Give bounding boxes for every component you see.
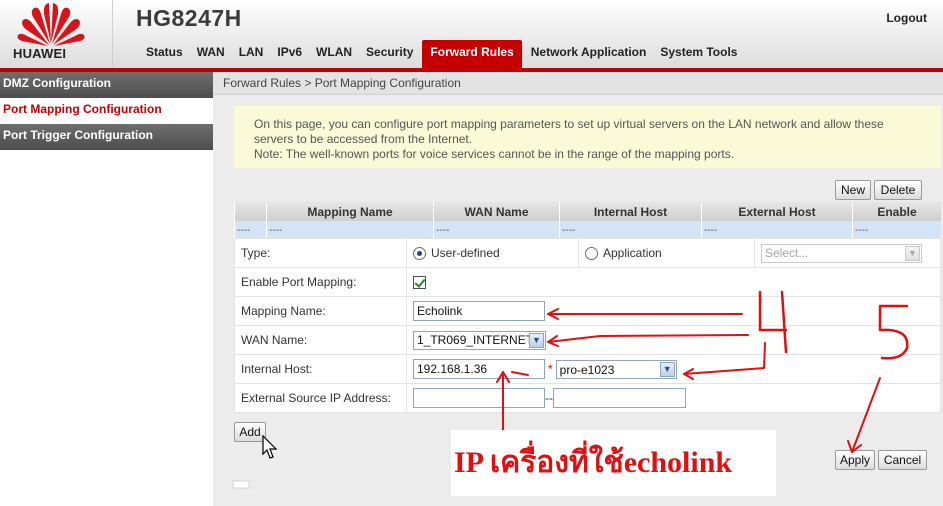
delete-button[interactable]: Delete (874, 180, 922, 200)
tab-ipv6[interactable]: IPv6 (270, 40, 309, 65)
required-mark: * (548, 361, 553, 376)
chevron-down-icon: ▼ (905, 245, 920, 261)
table-cell: ---- (433, 221, 560, 239)
form-row-wan-name: WAN Name: 1_TR069_INTERNET ▼ (234, 325, 941, 355)
sidebar: DMZ Configuration Port Mapping Configura… (0, 72, 213, 506)
application-select-value: Select... (765, 246, 809, 260)
chevron-down-icon: ▼ (659, 362, 675, 378)
column-header-mapping-name: Mapping Name (266, 202, 434, 221)
user-defined-label: User-defined (431, 245, 500, 260)
column-header-wan-name: WAN Name (433, 202, 560, 221)
wan-name-cell: 1_TR069_INTERNET ▼ (406, 325, 941, 355)
small-square-icon (232, 480, 250, 489)
column-header-select (234, 202, 267, 221)
header-divider (112, 0, 113, 68)
main-nav: Status WAN LAN IPv6 WLAN Security Forwar… (139, 40, 744, 68)
mapping-name-label: Mapping Name: (234, 296, 407, 326)
table-cell: ---- (559, 221, 702, 239)
annotation-caption: IP เครื่องที่ใช้echolink (451, 430, 776, 496)
header-bar: HUAWEI HG8247H Logout Status WAN LAN IPv… (0, 0, 943, 68)
sidebar-item-port-mapping[interactable]: Port Mapping Configuration (0, 98, 213, 124)
breadcrumb: Forward Rules > Port Mapping Configurati… (213, 72, 943, 95)
tab-status[interactable]: Status (139, 40, 190, 65)
tab-system-tools[interactable]: System Tools (653, 40, 744, 65)
table-header-row: Mapping Name WAN Name Internal Host Exte… (234, 202, 941, 221)
tab-wlan[interactable]: WLAN (309, 40, 359, 65)
type-application-cell: Application (578, 238, 755, 268)
table-cell: ---- (234, 221, 267, 239)
notice-note: Note: The well-known ports for voice ser… (254, 147, 735, 161)
tab-wan[interactable]: WAN (190, 40, 232, 65)
form-row-type: Type: User-defined Application Select...… (234, 238, 941, 268)
internal-host-label: Internal Host: (234, 354, 407, 384)
internal-host-input[interactable] (413, 358, 545, 379)
enable-cell (406, 267, 941, 297)
form-row-enable: Enable Port Mapping: (234, 267, 941, 297)
wan-name-select[interactable]: 1_TR069_INTERNET ▼ (413, 330, 546, 350)
mapping-name-cell (406, 296, 941, 326)
chevron-down-icon: ▼ (529, 332, 544, 348)
type-user-defined-cell: User-defined (406, 238, 579, 268)
wan-name-value: 1_TR069_INTERNET (417, 333, 534, 347)
notice-text: On this page, you can configure port map… (254, 117, 884, 146)
table-cell: ---- (701, 221, 853, 239)
external-source-label: External Source IP Address: (234, 383, 407, 413)
column-header-enable: Enable (852, 202, 941, 221)
apply-button[interactable]: Apply (835, 450, 875, 470)
new-button[interactable]: New (835, 180, 871, 200)
internal-host-select[interactable]: pro-e1023 ▼ (555, 360, 677, 380)
mapping-name-input[interactable] (413, 301, 545, 321)
application-radio[interactable] (585, 247, 598, 261)
internal-host-cell: * pro-e1023 ▼ (406, 354, 941, 384)
sidebar-item-dmz[interactable]: DMZ Configuration (0, 72, 213, 98)
range-separator: -- (545, 391, 553, 405)
info-notice: On this page, you can configure port map… (234, 106, 941, 168)
sidebar-item-port-trigger[interactable]: Port Trigger Configuration (0, 124, 213, 150)
tab-network-application[interactable]: Network Application (524, 40, 654, 65)
column-header-external-host: External Host (701, 202, 853, 221)
brand-name: HUAWEI (13, 46, 67, 61)
port-mapping-form: Type: User-defined Application Select...… (234, 238, 941, 413)
table-row[interactable]: ---- ---- ---- ---- ---- ---- (234, 221, 941, 239)
tab-security[interactable]: Security (359, 40, 420, 65)
user-defined-radio[interactable] (413, 247, 426, 261)
form-row-internal-host: Internal Host: * pro-e1023 ▼ (234, 354, 941, 384)
column-header-internal-host: Internal Host (559, 202, 702, 221)
application-select-cell: Select... ▼ (754, 238, 941, 268)
enable-port-mapping-checkbox[interactable] (413, 276, 426, 290)
enable-label: Enable Port Mapping: (234, 267, 407, 297)
logout-link[interactable]: Logout (886, 11, 927, 25)
tab-forward-rules[interactable]: Forward Rules (422, 40, 522, 68)
wan-name-label: WAN Name: (234, 325, 407, 355)
form-row-mapping-name: Mapping Name: (234, 296, 941, 326)
port-mapping-table: Mapping Name WAN Name Internal Host Exte… (234, 202, 941, 239)
application-select[interactable]: Select... ▼ (761, 243, 922, 263)
external-source-end-input[interactable] (553, 388, 686, 408)
form-row-external-source: External Source IP Address: -- (234, 383, 941, 413)
product-title: HG8247H (136, 5, 242, 31)
external-source-cell: -- (406, 383, 941, 413)
external-source-start-input[interactable] (413, 388, 545, 408)
tab-lan[interactable]: LAN (232, 40, 271, 65)
internal-host-select-value: pro-e1023 (559, 362, 615, 377)
type-label: Type: (234, 238, 407, 268)
table-cell: ---- (266, 221, 434, 239)
application-label: Application (603, 245, 662, 260)
mouse-cursor-icon (262, 435, 278, 459)
cancel-button[interactable]: Cancel (878, 450, 927, 470)
table-cell: ---- (852, 221, 941, 239)
